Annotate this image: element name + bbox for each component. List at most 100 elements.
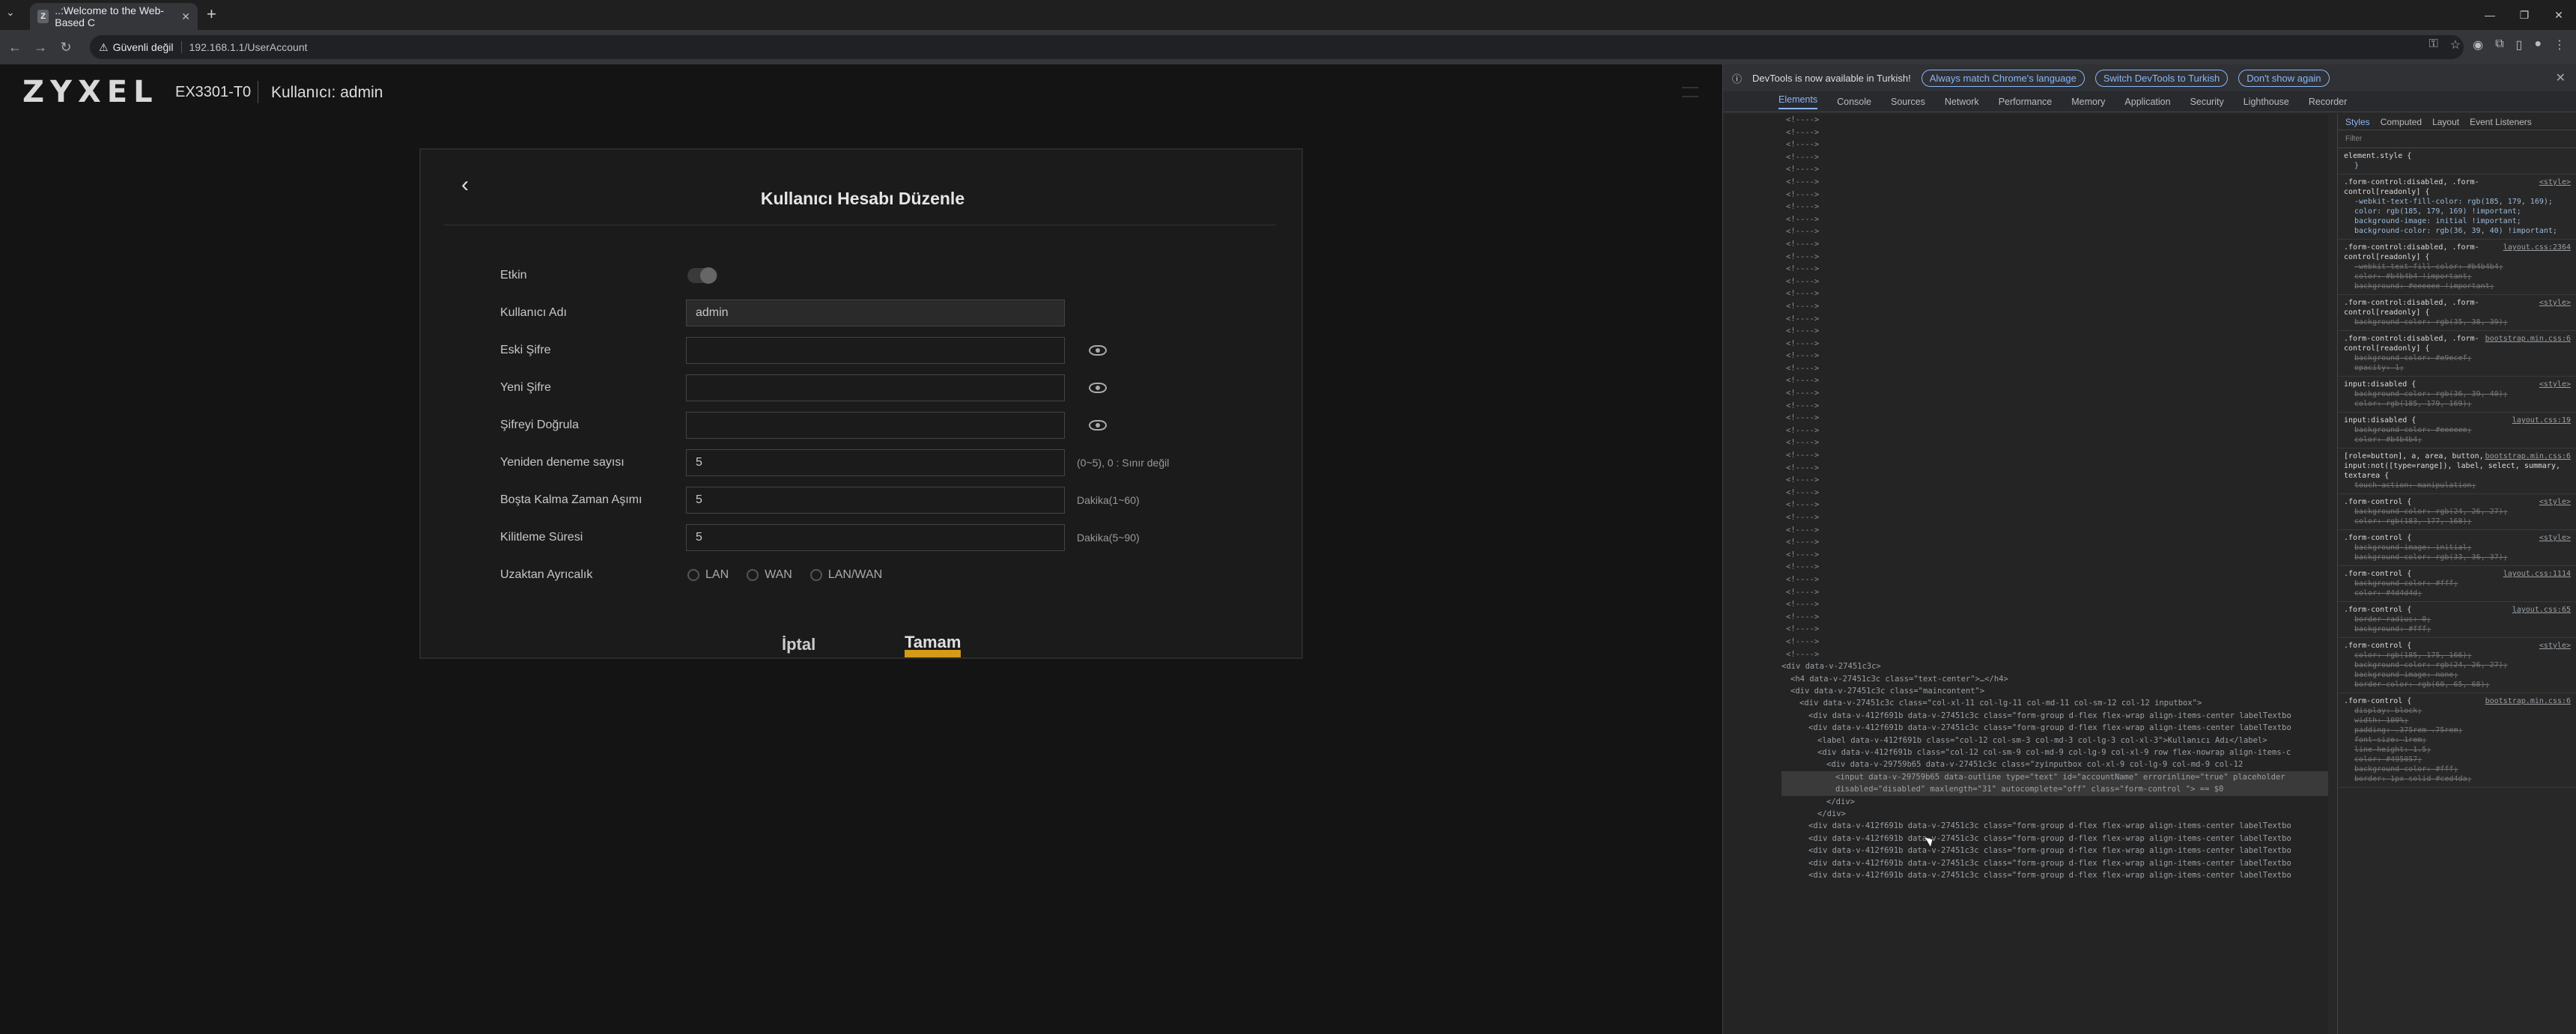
rule-property[interactable]: -webkit-text-fill-color: rgb(185, 179, 1… bbox=[2344, 197, 2571, 207]
comment-line[interactable]: <!----> bbox=[1786, 225, 2328, 238]
comment-line[interactable]: <!----> bbox=[1786, 325, 2328, 338]
tab-search-icon[interactable]: ⌄ bbox=[6, 6, 15, 19]
tab-memory[interactable]: Memory bbox=[2071, 97, 2105, 107]
profile-avatar-icon[interactable]: ● bbox=[2534, 37, 2542, 52]
rule-property[interactable]: background-color: #fff; bbox=[2344, 579, 2571, 589]
code-line[interactable]: <div data-v-412f691b data-v-27451c3c cla… bbox=[1781, 845, 2328, 857]
selected-code-line[interactable]: <input data-v-29759b65 data-outline type… bbox=[1781, 770, 2328, 784]
code-line[interactable]: <label data-v-412f691b class="col-12 col… bbox=[1781, 735, 2328, 746]
comment-line[interactable]: <!----> bbox=[1786, 127, 2328, 139]
url-text[interactable]: 192.168.1.1/UserAccount bbox=[189, 41, 308, 53]
rule-source-link[interactable]: layout.css:2364 bbox=[2503, 243, 2571, 252]
rule-property[interactable]: color: #b4b4b4; bbox=[2344, 435, 2571, 445]
match-language-button[interactable]: Always match Chrome's language bbox=[1921, 69, 2085, 87]
code-line[interactable]: <div data-v-412f691b data-v-27451c3c cla… bbox=[1781, 710, 2328, 722]
rule-property[interactable]: opacity: 1; bbox=[2344, 363, 2571, 373]
rule-property[interactable]: background-color: rgb(36, 39, 40) !impor… bbox=[2344, 226, 2571, 236]
code-line[interactable]: <div data-v-412f691b data-v-27451c3c cla… bbox=[1781, 833, 2328, 845]
menu-dots-icon[interactable]: ⋮ bbox=[2554, 37, 2566, 52]
new-password-field[interactable] bbox=[686, 374, 1065, 401]
comment-line[interactable]: <!----> bbox=[1786, 189, 2328, 201]
rule-property[interactable]: background-color: rgb(24, 26, 27); bbox=[2344, 507, 2571, 517]
css-rule[interactable]: layout.css:2364 .form-control:disabled, .… bbox=[2338, 240, 2576, 295]
address-bar[interactable]: ⚠ Güvenli değil 192.168.1.1/UserAccount bbox=[90, 35, 2464, 59]
rule-property[interactable]: -webkit-text-fill-color: #b4b4b4; bbox=[2344, 262, 2571, 272]
comment-line[interactable]: <!----> bbox=[1786, 362, 2328, 375]
radio-lan[interactable]: LAN bbox=[687, 568, 729, 582]
ok-button[interactable]: Tamam bbox=[905, 634, 962, 657]
tab-computed[interactable]: Computed bbox=[2381, 117, 2422, 127]
browser-tab[interactable]: Z ..:Welcome to the Web-Based C ✕ bbox=[30, 3, 198, 30]
show-new-password-eye-icon[interactable] bbox=[1089, 383, 1107, 393]
rule-property[interactable]: color: #495057; bbox=[2344, 755, 2571, 764]
css-rule[interactable]: <style> input:disabled {background-color:… bbox=[2338, 377, 2576, 413]
rule-property[interactable]: line-height: 1.5; bbox=[2344, 745, 2571, 755]
rule-source-link[interactable]: <style> bbox=[2539, 533, 2571, 543]
radio-lan-wan[interactable]: LAN/WAN bbox=[809, 568, 882, 582]
password-key-icon[interactable]: ⚿ bbox=[2429, 37, 2438, 52]
show-confirm-password-eye-icon[interactable] bbox=[1089, 420, 1107, 431]
comment-line[interactable]: <!----> bbox=[1786, 176, 2328, 189]
css-rule[interactable]: <style> .form-control {background-color: … bbox=[2338, 494, 2576, 530]
code-line[interactable]: <div data-v-412f691b data-v-27451c3c cla… bbox=[1781, 857, 2328, 869]
css-rule[interactable]: layout.css:65 .form-control {border-radiu… bbox=[2338, 602, 2576, 638]
comment-line[interactable]: <!----> bbox=[1786, 648, 2328, 661]
tab-performance[interactable]: Performance bbox=[1999, 97, 2053, 107]
comment-line[interactable]: <!----> bbox=[1786, 511, 2328, 524]
rule-property[interactable]: background-image: initial !important; bbox=[2344, 216, 2571, 226]
css-rule[interactable]: <style> .form-control {background-image: … bbox=[2338, 530, 2576, 566]
code-line[interactable]: </div> bbox=[1781, 808, 2328, 820]
comment-line[interactable]: <!----> bbox=[1786, 263, 2328, 276]
comment-line[interactable]: <!----> bbox=[1786, 213, 2328, 226]
rule-property[interactable]: background-color: rgb(33, 36, 37); bbox=[2344, 553, 2571, 562]
close-banner-icon[interactable]: ✕ bbox=[2556, 70, 2566, 85]
hamburger-menu-icon[interactable] bbox=[1682, 87, 1698, 97]
rule-property[interactable]: } bbox=[2344, 161, 2571, 171]
comment-line[interactable]: <!----> bbox=[1786, 487, 2328, 499]
idle-timeout-field[interactable]: 5 bbox=[686, 487, 1065, 514]
comment-line[interactable]: <!----> bbox=[1786, 300, 2328, 313]
comment-line[interactable]: <!----> bbox=[1786, 524, 2328, 537]
comment-line[interactable]: <!----> bbox=[1786, 114, 2328, 127]
code-line[interactable]: <div data-v-27451c3c> bbox=[1781, 660, 2328, 672]
code-line[interactable]: <div data-v-27451c3c class="maincontent"… bbox=[1781, 685, 2328, 697]
styles-filter-input[interactable]: Filter bbox=[2338, 130, 2576, 148]
radio-wan[interactable]: WAN bbox=[747, 568, 792, 582]
rule-property[interactable]: background-image: initial; bbox=[2344, 543, 2571, 553]
comment-line[interactable]: <!----> bbox=[1786, 474, 2328, 487]
comment-line[interactable]: <!----> bbox=[1786, 449, 2328, 462]
rule-property[interactable]: border-radius: 0; bbox=[2344, 615, 2571, 624]
tab-lighthouse[interactable]: Lighthouse bbox=[2244, 97, 2289, 107]
old-password-field[interactable] bbox=[686, 337, 1065, 364]
rule-property[interactable]: background: #fff; bbox=[2344, 624, 2571, 634]
css-rule[interactable]: <style> .form-control:disabled, .form-con… bbox=[2338, 174, 2576, 240]
restore-icon[interactable]: ❐ bbox=[2507, 0, 2542, 30]
comment-line[interactable]: <!----> bbox=[1786, 163, 2328, 176]
comment-line[interactable]: <!----> bbox=[1786, 611, 2328, 624]
comment-line[interactable]: <!----> bbox=[1786, 437, 2328, 449]
comment-line[interactable]: <!----> bbox=[1786, 288, 2328, 300]
tab-network[interactable]: Network bbox=[1945, 97, 1979, 107]
comment-line[interactable]: <!----> bbox=[1786, 350, 2328, 362]
css-rule[interactable]: <style> .form-control:disabled, .form-con… bbox=[2338, 295, 2576, 331]
code-line[interactable]: <div data-v-412f691b class="col-12 col-s… bbox=[1781, 746, 2328, 758]
comment-line[interactable]: <!----> bbox=[1786, 636, 2328, 648]
comment-line[interactable]: <!----> bbox=[1786, 425, 2328, 437]
code-line[interactable]: <div data-v-27451c3c class="col-xl-11 co… bbox=[1781, 697, 2328, 709]
rule-property[interactable]: color: rgb(183, 177, 168); bbox=[2344, 517, 2571, 526]
tab-layout[interactable]: Layout bbox=[2432, 117, 2459, 127]
rule-property[interactable]: background-color: rgb(36, 39, 40); bbox=[2344, 389, 2571, 399]
comment-line[interactable]: <!----> bbox=[1786, 400, 2328, 413]
comment-line[interactable]: <!----> bbox=[1786, 313, 2328, 326]
comment-line[interactable]: <!----> bbox=[1786, 387, 2328, 400]
rule-source-link[interactable]: bootstrap.min.css:6 bbox=[2485, 451, 2571, 461]
rule-property[interactable]: border-color: rgb(60, 65, 68); bbox=[2344, 680, 2571, 690]
code-line[interactable]: </div> bbox=[1781, 796, 2328, 808]
code-line[interactable]: <div data-v-412f691b data-v-27451c3c cla… bbox=[1781, 722, 2328, 734]
code-line[interactable]: <div data-v-412f691b data-v-27451c3c cla… bbox=[1781, 869, 2328, 881]
bookmark-star-icon[interactable]: ☆ bbox=[2450, 37, 2461, 52]
rule-source-link[interactable]: <style> bbox=[2539, 177, 2571, 187]
close-tab-icon[interactable]: ✕ bbox=[181, 10, 190, 23]
comment-line[interactable]: <!----> bbox=[1786, 151, 2328, 164]
rule-property[interactable]: color: #b4b4b4 !important; bbox=[2344, 272, 2571, 282]
